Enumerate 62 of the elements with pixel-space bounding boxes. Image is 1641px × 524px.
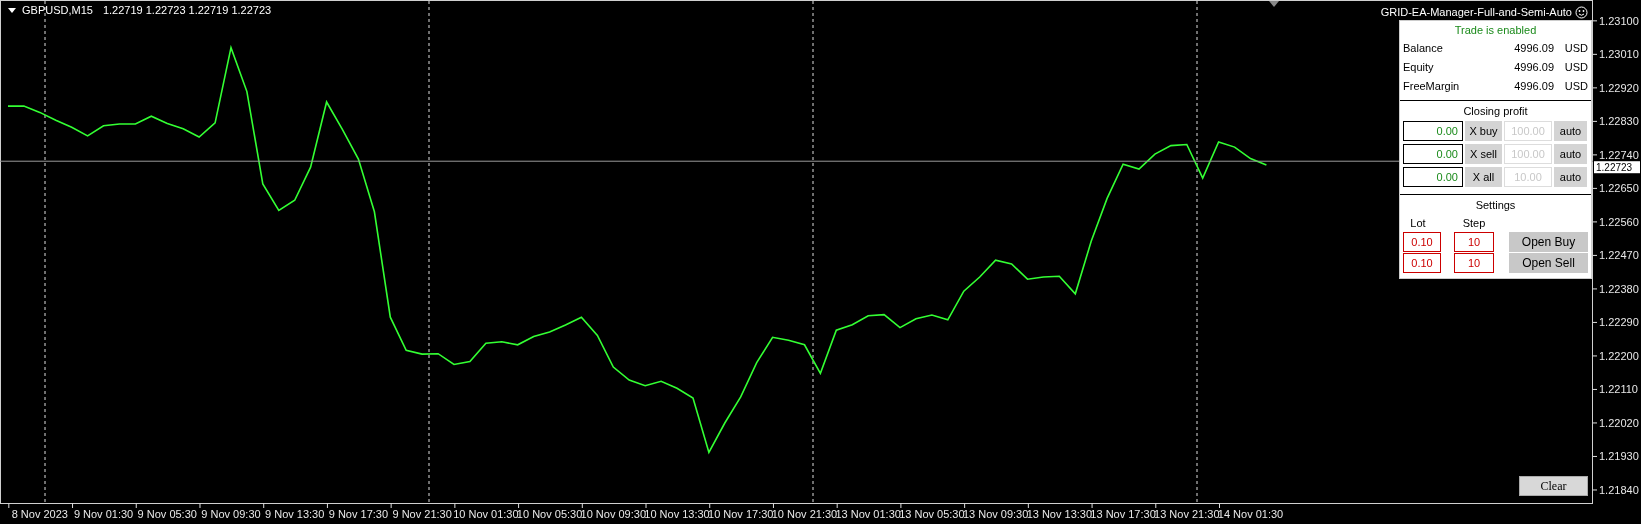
lot-label: Lot (1409, 217, 1427, 229)
y-tick-label: 1.22020 (1599, 416, 1639, 429)
x-tick-label: 8 Nov 2023 (11, 508, 68, 520)
account-value: 4996.09 (1514, 42, 1554, 54)
y-tick-label: 1.22830 (1599, 115, 1639, 128)
y-tick-label: 1.22920 (1599, 81, 1639, 94)
y-tick-label: 1.23010 (1599, 48, 1639, 61)
account-value: 4996.09 (1514, 80, 1554, 92)
chart-symbol: GBPUSD,M15 (22, 4, 93, 16)
account-currency: USD (1563, 61, 1588, 73)
x-tick-label: 10 Nov 13:30 (644, 508, 710, 520)
y-tick-label: 1.22290 (1599, 316, 1639, 329)
x-tick-label: 13 Nov 05:30 (899, 508, 965, 520)
y-tick-label: 1.22200 (1599, 349, 1639, 362)
x-tick-label: 9 Nov 13:30 (265, 508, 325, 520)
account-label: Equity (1403, 61, 1435, 73)
x-tick-label: 13 Nov 17:30 (1090, 508, 1156, 520)
open-order-button[interactable]: Open Buy (1509, 232, 1588, 252)
x-tick-label: 9 Nov 21:30 (392, 508, 452, 520)
account-currency: USD (1563, 80, 1588, 92)
trade-status: Trade is enabled (1453, 23, 1538, 38)
current-price-label: 1.22723 (1594, 161, 1640, 174)
account-label: FreeMargin (1403, 80, 1461, 92)
section-title: Closing profit (1462, 105, 1529, 117)
open-order-button[interactable]: Open Sell (1509, 253, 1588, 273)
x-tick-label: 13 Nov 01:30 (835, 508, 901, 520)
x-tick-label: 10 Nov 05:30 (516, 508, 583, 520)
section-title: Settings (1474, 199, 1517, 211)
y-tick-label: 1.22470 (1599, 249, 1639, 262)
y-tick-label: 1.22110 (1599, 383, 1638, 396)
ref-line-label: 1.22723 (1596, 162, 1633, 174)
x-tick-label: 9 Nov 05:30 (137, 508, 197, 520)
x-tick-label: 10 Nov 09:30 (580, 508, 646, 520)
y-tick-label: 1.21840 (1599, 483, 1639, 496)
x-tick-label: 10 Nov 01:30 (453, 508, 519, 520)
x-tick-label: 10 Nov 21:30 (771, 508, 838, 520)
y-tick-label: 1.23100 (1599, 14, 1639, 27)
x-tick-label: 10 Nov 17:30 (708, 508, 774, 520)
y-tick-label: 1.22740 (1599, 148, 1639, 161)
panel-title: GRID-EA-Manager-Full-and-Semi-Auto (1380, 6, 1572, 18)
clear-button[interactable]: Clear (1519, 476, 1588, 496)
x-tick-label: 9 Nov 09:30 (201, 508, 261, 520)
step-label: Step (1461, 217, 1487, 229)
x-tick-label: 13 Nov 21:30 (1154, 508, 1220, 520)
lot-field[interactable]: 0.10 (1403, 253, 1441, 273)
y-tick-label: 1.22650 (1599, 182, 1639, 195)
account-value: 4996.09 (1514, 61, 1554, 73)
x-tick-label: 14 Nov 01:30 (1217, 508, 1284, 520)
x-tick-label: 13 Nov 13:30 (1026, 508, 1093, 520)
chart-shift-icon[interactable] (1269, 1, 1279, 7)
ohlc-values: 1.22719 1.22723 1.22719 1.22723 (102, 4, 272, 16)
y-tick-label: 1.22560 (1599, 215, 1639, 228)
account-currency: USD (1563, 42, 1588, 54)
x-tick-label: 9 Nov 01:30 (73, 508, 134, 520)
step-field[interactable]: 10 (1454, 232, 1494, 252)
x-tick-label: 9 Nov 17:30 (328, 508, 389, 520)
step-field[interactable]: 10 (1454, 253, 1494, 273)
account-label: Balance (1403, 42, 1444, 54)
y-tick-label: 1.22380 (1599, 282, 1639, 295)
dropdown-icon[interactable] (8, 7, 16, 13)
lot-field[interactable]: 0.10 (1403, 232, 1441, 252)
y-tick-label: 1.21930 (1599, 450, 1639, 463)
